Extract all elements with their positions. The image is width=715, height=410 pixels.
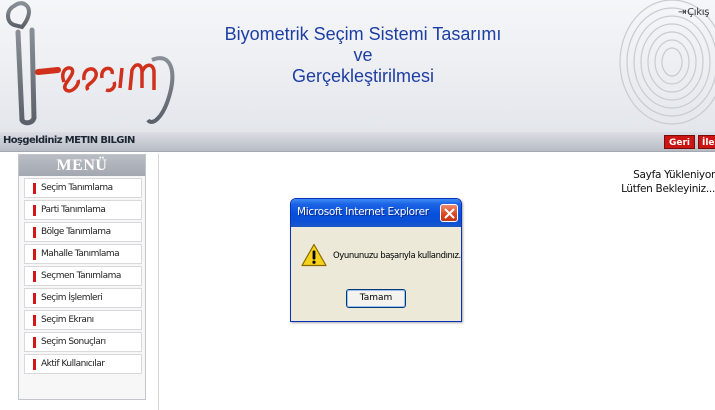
i-secim-logo: [6, 1, 175, 126]
menu-bullet: [33, 271, 36, 282]
page-title-line-3: Gerçekleştirilmesi: [291, 66, 435, 86]
menu-item-label: Seçim Tanımlama: [41, 183, 113, 193]
warning-icon: [301, 243, 327, 267]
menu-item-secim-tanimlama[interactable]: Seçim Tanımlama: [24, 178, 142, 198]
menu-bullet: [33, 183, 36, 194]
dialog-message: Oyununuzu başarıyla kullandınız.: [333, 251, 461, 261]
ok-button[interactable]: Tamam: [346, 289, 406, 308]
menu-item-label: Parti Tanımlama: [41, 205, 106, 215]
loading-message: Sayfa Yükleniyor Lütfen Bekleyiniz...: [621, 168, 715, 196]
page-title: Biyometrik Seçim Sistemi Tasarımı ve Ger…: [218, 24, 508, 87]
close-icon: [444, 208, 455, 219]
exit-link[interactable]: ⇥Çıkış: [678, 7, 709, 18]
dialog-titlebar[interactable]: Microsoft Internet Explorer: [291, 199, 461, 227]
menu-item-mahalle-tanimlama[interactable]: Mahalle Tanımlama: [24, 244, 142, 264]
menu-bullet: [33, 205, 36, 216]
exit-icon: ⇥: [678, 7, 687, 18]
welcome-bar: Hoşgeldiniz METIN BILGIN Geri İleri: [0, 132, 715, 152]
menu-item-label: Seçim Sonuçları: [41, 337, 106, 347]
menu-item-label: Aktif Kullanıcılar: [41, 359, 105, 369]
loading-line-2: Lütfen Bekleyiniz...: [621, 183, 715, 195]
fingerprint-image: [619, 0, 715, 125]
menu-item-label: Seçim Ekranı: [41, 315, 94, 325]
menu-item-secim-ekrani[interactable]: Seçim Ekranı: [24, 310, 142, 330]
menu-title: MENÜ: [19, 155, 145, 176]
menu-item-label: Seçim İşlemleri: [41, 293, 103, 303]
sidebar-menu: MENÜ Seçim Tanımlama Parti Tanımlama Böl…: [18, 154, 146, 400]
welcome-text: Hoşgeldiniz METIN BILGIN: [3, 135, 135, 146]
menu-item-secim-islemleri[interactable]: Seçim İşlemleri: [24, 288, 142, 308]
menu-item-secim-sonuclari[interactable]: Seçim Sonuçları: [24, 332, 142, 352]
menu-item-label: Mahalle Tanımlama: [41, 249, 120, 259]
menu-item-label: Seçmen Tanımlama: [41, 271, 121, 281]
menu-item-bolge-tanimlama[interactable]: Bölge Tanımlama: [24, 222, 142, 242]
back-button[interactable]: Geri: [664, 135, 695, 149]
exit-label: Çıkış: [687, 7, 710, 18]
page-header: Biyometrik Seçim Sistemi Tasarımı ve Ger…: [0, 0, 715, 132]
menu-bullet: [33, 227, 36, 238]
alert-dialog: Microsoft Internet Explorer Oyununuzu ba…: [290, 198, 462, 322]
dialog-close-button[interactable]: [440, 204, 458, 222]
page-title-line-2: ve: [353, 45, 373, 65]
menu-bullet: [33, 359, 36, 370]
menu-bullet: [33, 293, 36, 304]
menu-item-parti-tanimlama[interactable]: Parti Tanımlama: [24, 200, 142, 220]
menu-bullet: [33, 249, 36, 260]
dialog-title: Microsoft Internet Explorer: [297, 206, 429, 218]
menu-item-aktif-kullanicilar[interactable]: Aktif Kullanıcılar: [24, 354, 142, 374]
dialog-body: Oyununuzu başarıyla kullandınız. Tamam: [291, 227, 461, 321]
menu-bullet: [33, 337, 36, 348]
page-title-line-1: Biyometrik Seçim Sistemi Tasarımı: [224, 24, 502, 44]
loading-line-1: Sayfa Yükleniyor: [633, 169, 715, 181]
menu-item-secmen-tanimlama[interactable]: Seçmen Tanımlama: [24, 266, 142, 286]
forward-button[interactable]: İleri: [698, 135, 715, 149]
menu-item-label: Bölge Tanımlama: [41, 227, 111, 237]
menu-bullet: [33, 315, 36, 326]
